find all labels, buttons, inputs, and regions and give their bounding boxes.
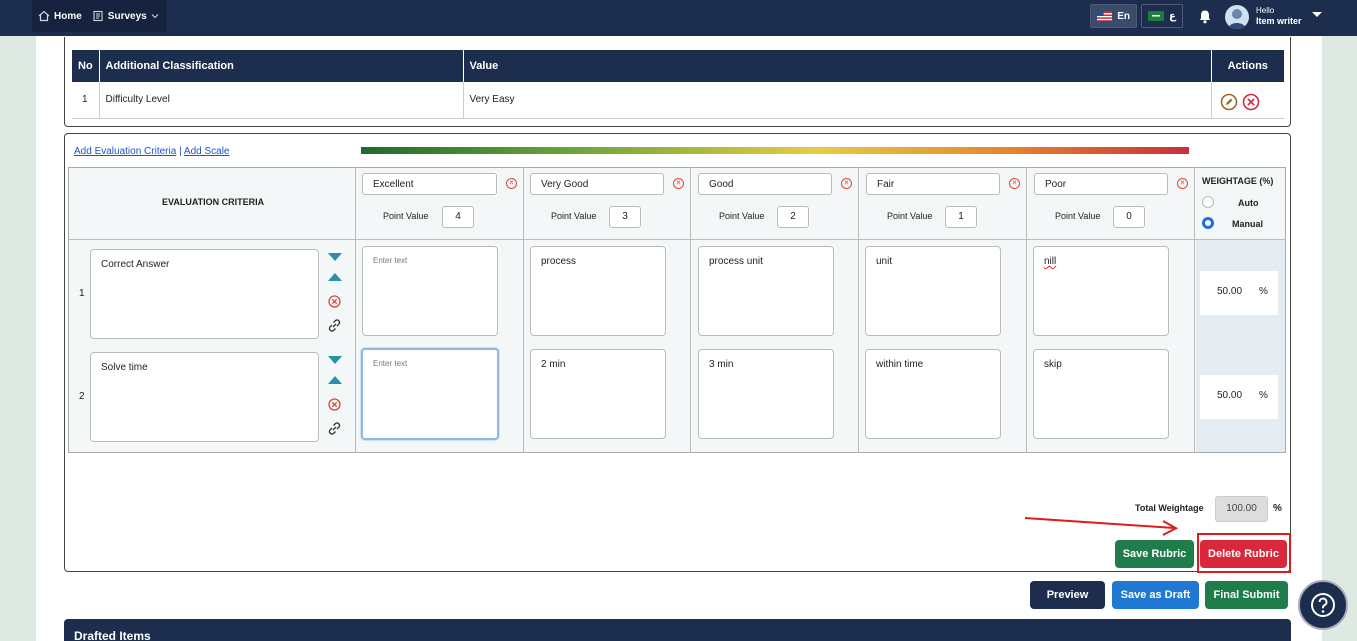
descriptor-input[interactable]: process (530, 246, 666, 336)
col-classification: Additional Classification (99, 50, 464, 82)
total-weightage-label: Total Weightage (1135, 503, 1204, 513)
delete-rubric-button[interactable]: Delete Rubric (1200, 540, 1287, 568)
evaluation-criteria-header: EVALUATION CRITERIA (162, 197, 265, 207)
level-name-input[interactable]: Poor (1034, 173, 1168, 195)
us-flag-icon (1097, 11, 1113, 21)
add-scale-link[interactable]: Add Scale (184, 146, 230, 157)
final-submit-button[interactable]: Final Submit (1205, 581, 1288, 609)
annotation-arrow-icon (1024, 517, 1179, 536)
point-value-input[interactable]: 2 (777, 206, 809, 228)
criteria-name-input[interactable]: Solve time (90, 352, 319, 442)
level-name-input[interactable]: Fair (866, 173, 1000, 195)
level-name-input[interactable]: Good (698, 173, 832, 195)
remove-level-icon[interactable]: × (1177, 178, 1188, 189)
remove-level-icon[interactable]: × (841, 178, 852, 189)
move-down-icon[interactable] (328, 355, 342, 365)
top-navbar: Home Surveys En ع Hello Item writer (0, 0, 1357, 36)
descriptor-input[interactable]: Enter text (361, 348, 499, 440)
descriptor-input[interactable]: skip (1033, 349, 1169, 439)
total-weightage-value: 100.00 (1215, 496, 1268, 522)
nav-home[interactable]: Home (38, 10, 82, 22)
chevron-down-icon (151, 14, 159, 19)
weight-input[interactable]: 50.00 % (1200, 271, 1278, 315)
move-up-icon[interactable] (328, 375, 342, 385)
point-value-input[interactable]: 4 (442, 206, 474, 228)
weight-input[interactable]: 50.00 % (1200, 375, 1278, 419)
descriptor-input[interactable]: process unit (698, 246, 834, 336)
descriptor-input[interactable]: nill (1033, 246, 1169, 336)
save-draft-button[interactable]: Save as Draft (1112, 581, 1199, 609)
point-value-input[interactable]: 0 (1113, 206, 1145, 228)
point-value-input[interactable]: 3 (609, 206, 641, 228)
nav-surveys[interactable]: Surveys (92, 10, 159, 22)
move-down-icon[interactable] (328, 252, 342, 262)
home-icon (38, 10, 50, 22)
remove-criteria-icon[interactable] (328, 295, 341, 308)
remove-level-icon[interactable]: × (1009, 178, 1020, 189)
point-value-input[interactable]: 1 (945, 206, 977, 228)
descriptor-input[interactable]: unit (865, 246, 1001, 336)
weightage-header: WEIGHTAGE (%) (1202, 176, 1274, 186)
classification-table: No Additional Classification Value Actio… (72, 50, 1284, 119)
criteria-name-input[interactable]: Correct Answer (90, 249, 319, 339)
help-icon (1311, 593, 1335, 617)
user-dropdown-caret-icon[interactable] (1312, 12, 1322, 17)
user-avatar-icon (1228, 9, 1246, 29)
link-icon[interactable] (327, 318, 342, 333)
preview-button[interactable]: Preview (1030, 581, 1105, 609)
rubric-links: Add Evaluation Criteria | Add Scale (74, 146, 230, 157)
delete-icon[interactable] (1242, 93, 1260, 111)
survey-icon (93, 10, 103, 22)
col-actions: Actions (1211, 50, 1284, 82)
remove-criteria-icon[interactable] (328, 398, 341, 411)
remove-level-icon[interactable]: × (506, 178, 517, 189)
help-button[interactable] (1298, 580, 1348, 630)
lang-en-button[interactable]: En (1090, 4, 1137, 28)
save-rubric-button[interactable]: Save Rubric (1115, 540, 1194, 568)
remove-level-icon[interactable]: × (673, 178, 684, 189)
scale-gradient-bar (361, 147, 1189, 154)
descriptor-input[interactable]: 2 min (530, 349, 666, 439)
descriptor-input[interactable]: within time (865, 349, 1001, 439)
sa-flag-icon (1148, 11, 1164, 21)
manual-radio[interactable] (1202, 217, 1214, 229)
edit-icon[interactable] (1220, 93, 1238, 111)
col-value: Value (463, 50, 1212, 82)
move-up-icon[interactable] (328, 272, 342, 282)
auto-radio[interactable] (1202, 196, 1214, 208)
user-greeting[interactable]: Hello Item writer (1256, 6, 1302, 27)
nav-menu: Home Surveys (32, 0, 166, 32)
level-name-input[interactable]: Excellent (362, 173, 497, 195)
add-evaluation-criteria-link[interactable]: Add Evaluation Criteria (74, 146, 176, 157)
col-no: No (72, 50, 100, 82)
level-name-input[interactable]: Very Good (530, 173, 664, 195)
descriptor-input[interactable]: Enter text (362, 246, 498, 336)
descriptor-input[interactable]: 3 min (698, 349, 834, 439)
link-icon[interactable] (327, 421, 342, 436)
bell-icon[interactable] (1198, 9, 1212, 24)
avatar[interactable] (1225, 5, 1249, 29)
drafted-items-header: Drafted Items (64, 619, 1291, 641)
lang-ar-button[interactable]: ع (1141, 4, 1183, 28)
table-row: 1 Difficulty Level Very Easy (72, 82, 1284, 119)
